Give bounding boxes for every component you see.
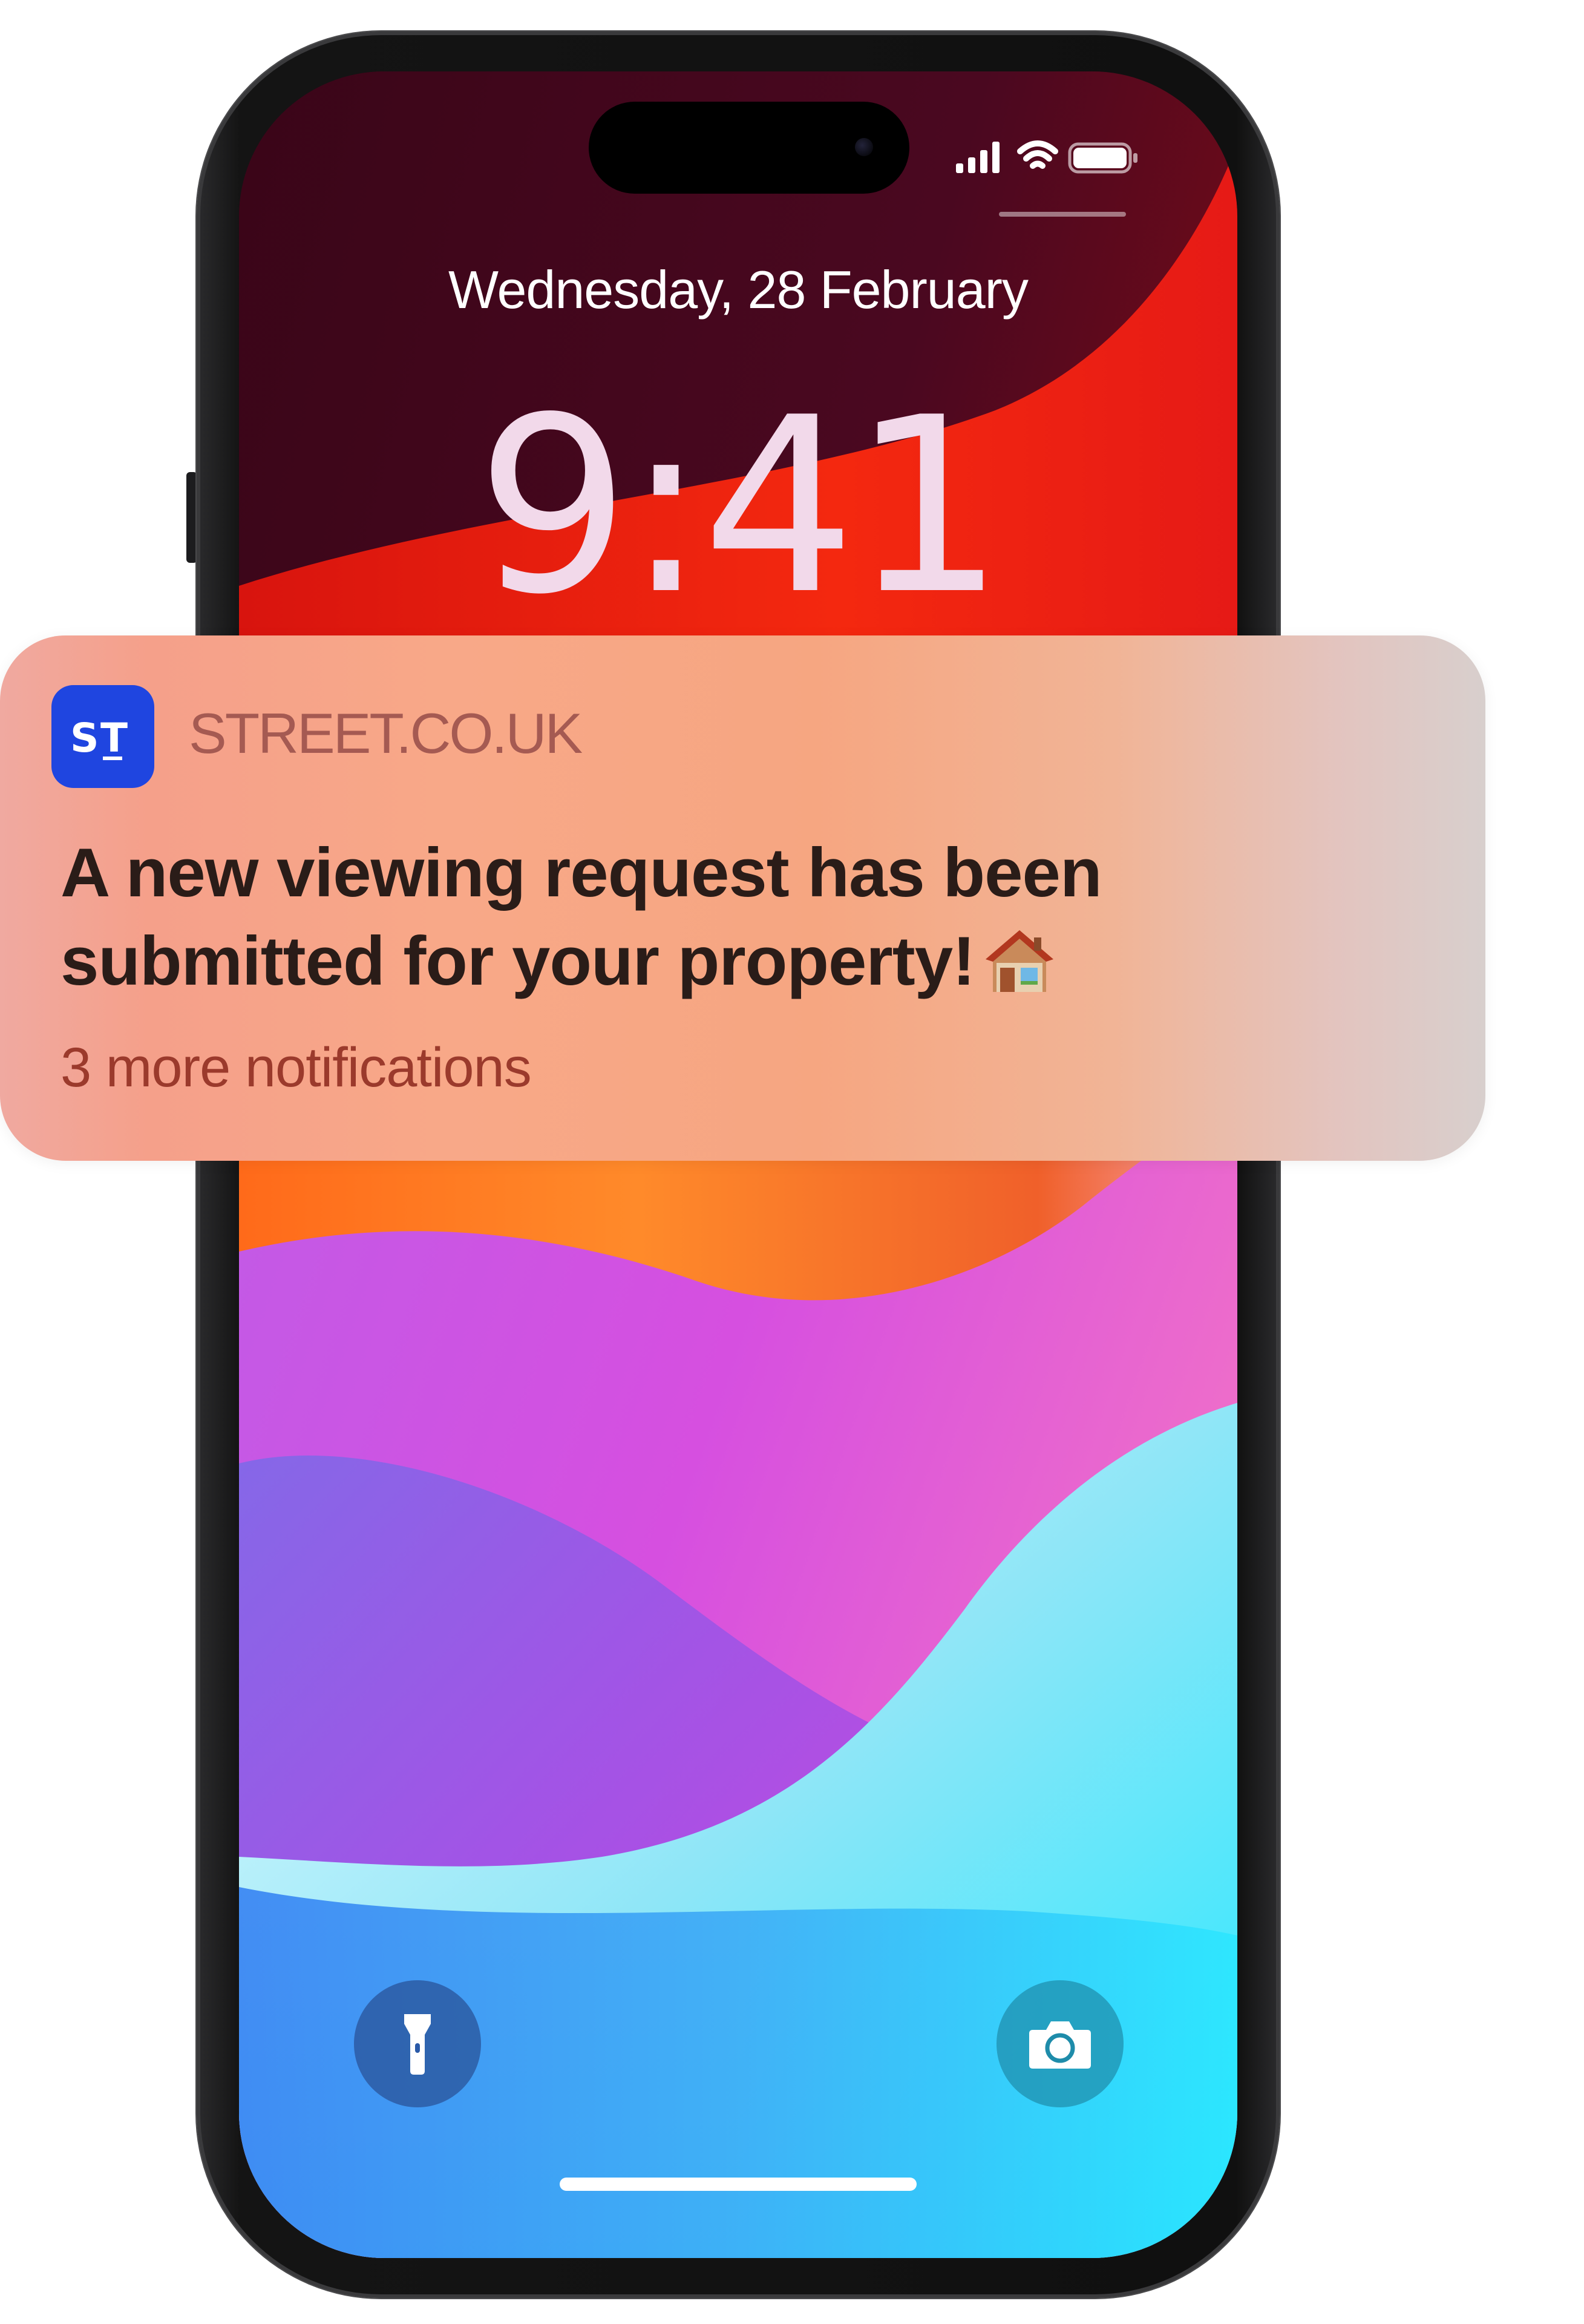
notification-banner[interactable]: S T STREET.CO.UK A new viewing request h… bbox=[0, 635, 1485, 1161]
house-icon bbox=[986, 930, 1054, 992]
svg-text:S: S bbox=[70, 715, 99, 761]
lock-screen-date: Wednesday, 28 February bbox=[448, 260, 1029, 320]
lock-screen: Wednesday, 28 February 9:41 bbox=[239, 71, 1237, 2258]
street-logo-icon: S T bbox=[70, 715, 128, 761]
svg-text:T: T bbox=[100, 715, 128, 761]
status-bar-indicator bbox=[999, 212, 1126, 217]
camera-button[interactable] bbox=[997, 1980, 1124, 2107]
lock-screen-time: 9:41 bbox=[476, 366, 1005, 648]
flashlight-icon bbox=[404, 2014, 431, 2075]
camera-icon bbox=[1029, 2021, 1091, 2069]
camera-lens bbox=[855, 138, 873, 156]
notification-message: A new viewing request has been submitted… bbox=[61, 829, 1440, 1006]
notification-app-name: STREET.CO.UK bbox=[189, 701, 583, 765]
battery-icon bbox=[1068, 142, 1137, 174]
phone-frame: Wednesday, 28 February 9:41 bbox=[197, 31, 1280, 2298]
notification-message-text: A new viewing request has been submitted… bbox=[61, 835, 1102, 1000]
home-indicator[interactable] bbox=[560, 2178, 917, 2191]
flashlight-button[interactable] bbox=[354, 1980, 481, 2107]
dynamic-island bbox=[589, 102, 909, 194]
street-app-icon: S T bbox=[51, 685, 154, 788]
notification-more-count: 3 more notifications bbox=[61, 1037, 532, 1098]
status-icons bbox=[956, 140, 1137, 174]
action-button bbox=[186, 472, 197, 563]
cellular-signal-icon bbox=[956, 142, 1000, 173]
wifi-icon bbox=[1017, 140, 1058, 169]
